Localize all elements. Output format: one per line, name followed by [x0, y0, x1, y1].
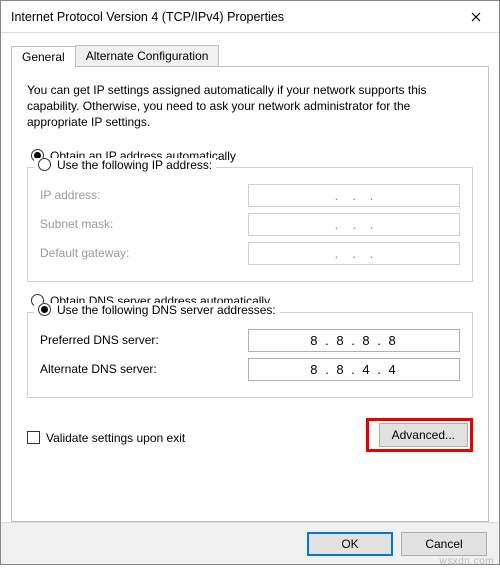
preferred-dns-input[interactable]: 8 . 8 . 8 . 8: [248, 329, 460, 352]
ip-address-input: ...: [248, 184, 460, 207]
validate-checkbox[interactable]: [27, 431, 40, 444]
tab-alternate-configuration[interactable]: Alternate Configuration: [75, 45, 220, 67]
dialog-window: Internet Protocol Version 4 (TCP/IPv4) P…: [0, 0, 500, 565]
radio-ip-manual[interactable]: Use the following IP address:: [34, 158, 216, 172]
ok-button[interactable]: OK: [307, 532, 393, 556]
default-gateway-input: ...: [248, 242, 460, 265]
radio-label: Use the following IP address:: [57, 158, 212, 172]
intro-text: You can get IP settings assigned automat…: [27, 82, 473, 131]
watermark: wsxdn.com: [439, 556, 494, 567]
group-ip-manual: Use the following IP address: IP address…: [27, 167, 473, 282]
radio-label: Use the following DNS server addresses:: [57, 303, 276, 317]
radio-icon: [38, 158, 51, 171]
close-icon: [471, 12, 481, 22]
tab-general[interactable]: General: [11, 46, 76, 67]
titlebar: Internet Protocol Version 4 (TCP/IPv4) P…: [1, 1, 499, 33]
cancel-button[interactable]: Cancel: [401, 532, 487, 556]
alternate-dns-input[interactable]: 8 . 8 . 4 . 4: [248, 358, 460, 381]
alternate-dns-value: 8 . 8 . 4 . 4: [310, 362, 397, 377]
advanced-highlight: Advanced...: [366, 418, 473, 452]
radio-icon: [38, 303, 51, 316]
default-gateway-label: Default gateway:: [40, 246, 248, 260]
tab-panel-general: You can get IP settings assigned automat…: [11, 67, 489, 522]
ip-address-label: IP address:: [40, 188, 248, 202]
window-title: Internet Protocol Version 4 (TCP/IPv4) P…: [11, 10, 453, 24]
subnet-mask-label: Subnet mask:: [40, 217, 248, 231]
alternate-dns-label: Alternate DNS server:: [40, 362, 248, 376]
validate-label: Validate settings upon exit: [46, 431, 185, 445]
dialog-footer: OK Cancel: [1, 522, 499, 564]
preferred-dns-label: Preferred DNS server:: [40, 333, 248, 347]
close-button[interactable]: [453, 1, 499, 33]
radio-dns-manual[interactable]: Use the following DNS server addresses:: [34, 303, 280, 317]
subnet-mask-input: ...: [248, 213, 460, 236]
advanced-button[interactable]: Advanced...: [379, 423, 468, 447]
group-dns-manual: Use the following DNS server addresses: …: [27, 312, 473, 398]
dialog-body: General Alternate Configuration You can …: [1, 33, 499, 522]
tab-strip: General Alternate Configuration: [11, 43, 489, 67]
preferred-dns-value: 8 . 8 . 8 . 8: [310, 333, 397, 348]
